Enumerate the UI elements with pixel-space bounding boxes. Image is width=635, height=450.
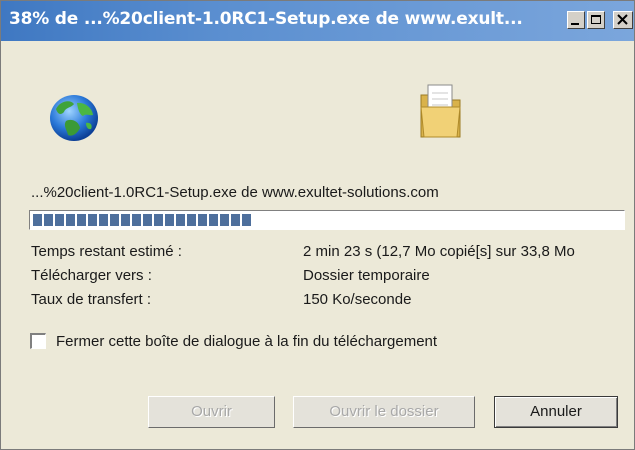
download-progress-bar [29,210,625,230]
time-remaining-label: Temps restant estimé : [31,243,182,260]
close-on-finish-label[interactable]: Fermer cette boîte de dialogue à la fin … [56,333,437,350]
close-button[interactable] [613,11,633,29]
window-title: 38% de ...%20client-1.0RC1-Setup.exe de … [9,9,523,29]
open-button[interactable]: Ouvrir [148,396,275,428]
maximize-icon [591,15,601,24]
time-remaining-value: 2 min 23 s (12,7 Mo copié[s] sur 33,8 Mo [303,243,575,260]
title-bar[interactable]: 38% de ...%20client-1.0RC1-Setup.exe de … [1,1,634,41]
progress-fill [33,214,251,226]
transfer-rate-label: Taux de transfert : [31,291,152,308]
folder-document-icon [420,84,461,138]
open-folder-button[interactable]: Ouvrir le dossier [293,396,475,428]
close-on-finish-checkbox[interactable] [30,333,46,349]
globe-icon [50,95,98,141]
minimize-icon [571,23,579,25]
minimize-button[interactable] [567,11,585,29]
download-to-value: Dossier temporaire [303,267,430,284]
maximize-button[interactable] [587,11,605,29]
download-dialog: 38% de ...%20client-1.0RC1-Setup.exe de … [0,0,635,450]
cancel-button[interactable]: Annuler [494,396,618,428]
download-filename: ...%20client-1.0RC1-Setup.exe de www.exu… [31,184,439,201]
download-to-label: Télécharger vers : [31,267,152,284]
close-icon [617,14,628,25]
transfer-rate-value: 150 Ko/seconde [303,291,412,308]
